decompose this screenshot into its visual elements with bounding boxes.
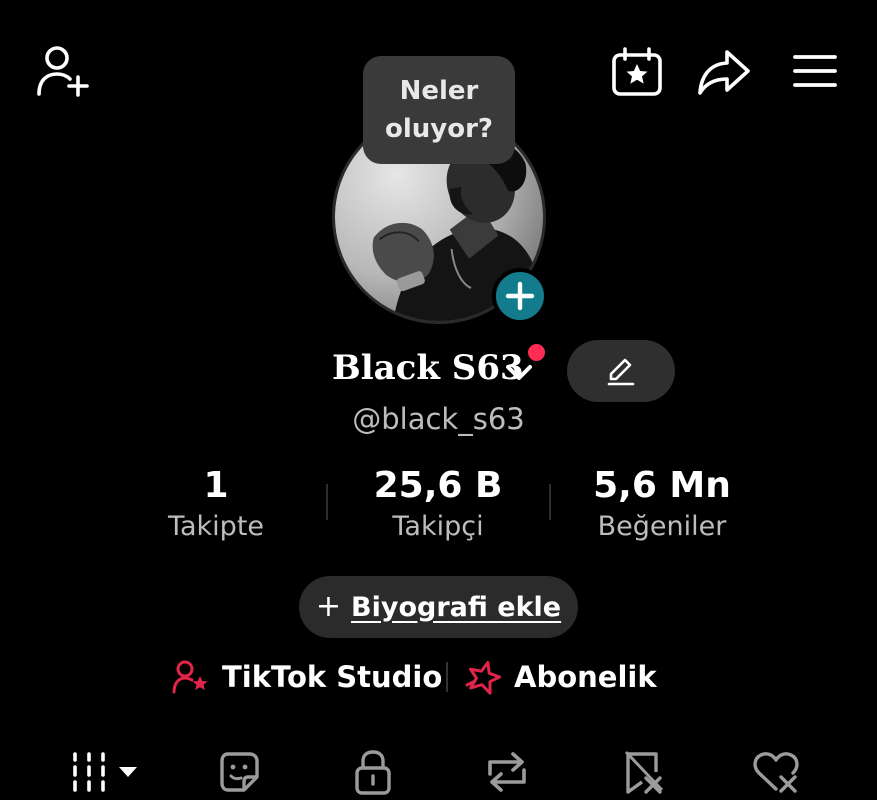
edit-profile-button[interactable]: [567, 340, 675, 402]
repost-icon: [488, 752, 526, 792]
add-bio-label: Biyografi ekle: [351, 591, 562, 623]
tab-liked[interactable]: [748, 744, 804, 800]
followers-count: 25,6 B: [373, 465, 503, 506]
tab-stickers[interactable]: [212, 744, 266, 800]
tab-videos[interactable]: [66, 744, 146, 800]
subscription-star-icon: [465, 661, 502, 695]
tab-favorites[interactable]: [616, 744, 670, 800]
calendar-star-icon: [612, 47, 662, 96]
whats-happening-tooltip[interactable]: Neler oluyor?: [363, 56, 515, 164]
likes-count: 5,6 Mn: [593, 465, 731, 506]
add-friend-icon: [37, 46, 89, 97]
lock-icon: [355, 750, 391, 795]
following-count: 1: [203, 465, 229, 506]
tab-reposts[interactable]: [478, 744, 536, 800]
notification-dot: [528, 344, 545, 361]
subscription-label: Abonelik: [514, 660, 657, 694]
likes-label: Beğeniler: [597, 511, 727, 542]
tooltip-line-1: Neler: [399, 76, 479, 106]
share-icon: [698, 50, 750, 95]
stickers-icon: [220, 752, 259, 792]
add-friend-button[interactable]: [34, 44, 92, 98]
tiktok-studio-link[interactable]: TikTok Studio: [172, 655, 442, 699]
tiktok-studio-label: TikTok Studio: [222, 660, 443, 694]
add-story-button[interactable]: [492, 268, 548, 324]
favorites-icon: [624, 750, 664, 794]
following-stat[interactable]: 1 Takipte: [106, 464, 326, 546]
hamburger-menu-icon: [793, 55, 837, 87]
plus-icon: +: [315, 589, 342, 624]
plus-icon: [505, 281, 535, 311]
display-name[interactable]: Black S63: [332, 348, 524, 388]
tooltip-line-2: oluyor?: [385, 114, 493, 144]
subscription-link[interactable]: Abonelik: [464, 655, 657, 699]
tab-private[interactable]: [346, 744, 400, 800]
add-bio-button[interactable]: + Biyografi ekle: [299, 576, 578, 638]
likes-stat[interactable]: 5,6 Mn Beğeniler: [552, 464, 772, 546]
calendar-button[interactable]: [608, 44, 666, 100]
followers-stat[interactable]: 25,6 B Takipçi: [328, 464, 548, 546]
chevron-down-icon[interactable]: [504, 362, 534, 384]
liked-icon: [753, 752, 799, 793]
following-label: Takipte: [167, 511, 265, 542]
username: @black_s63: [352, 402, 525, 436]
followers-label: Takipçi: [392, 511, 484, 542]
stat-divider: [549, 484, 551, 520]
creator-studio-icon: [172, 660, 208, 694]
videos-grid-icon: [73, 752, 137, 792]
pencil-icon: [607, 358, 635, 386]
menu-button[interactable]: [788, 46, 842, 96]
share-button[interactable]: [694, 44, 754, 100]
link-separator: [446, 662, 448, 692]
